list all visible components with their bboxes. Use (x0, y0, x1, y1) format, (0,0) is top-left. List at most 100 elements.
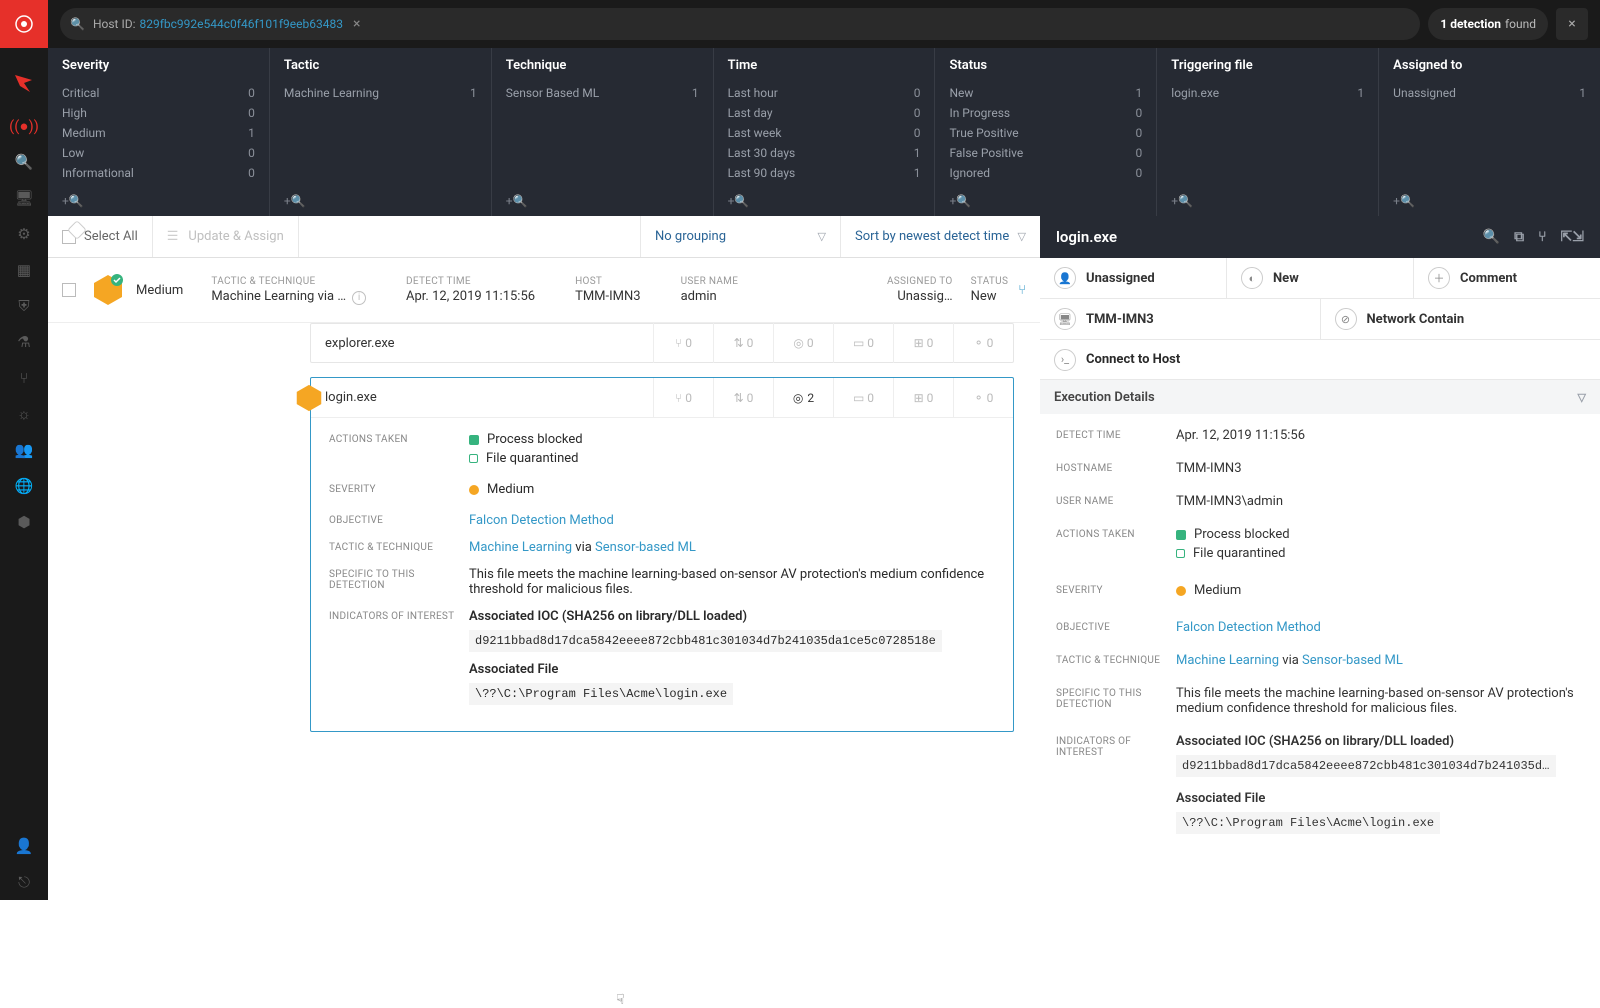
panel-copy-icon[interactable]: ⧉ (1514, 229, 1524, 245)
stat-net-icon: ⇅ 0 (713, 323, 773, 363)
add-filter-icon[interactable]: +🔍 (62, 194, 84, 208)
tree-icon[interactable]: ⑂ (1018, 283, 1026, 298)
process-detail-login: login.exe ⑂ 0 ⇅ 0 ◎ 2 ▭ 0 ⊞ 0 ⚬ 0 ACTION… (310, 377, 1014, 732)
nav-grid-icon[interactable]: ▦ (0, 252, 48, 288)
severity-label: Medium (136, 283, 183, 298)
nav-activity-icon[interactable]: ((●)) (0, 108, 48, 144)
close-button[interactable]: × (1556, 8, 1588, 40)
left-sidebar: ((●)) 🔍 🖥 ⚙ ▦ ⛨ ⚗ ⑂ ☼ 👥 🌐 ⬢ 👤 ⎋ (0, 0, 48, 900)
severity-dot-icon (1176, 586, 1186, 596)
user-icon: 👤 (1054, 267, 1076, 289)
nav-users-icon[interactable]: 👥 (0, 432, 48, 468)
chevron-down-icon: ▽ (1578, 391, 1586, 404)
host-cell[interactable]: 🖥TMM-IMN3 (1040, 299, 1321, 339)
ioc-hash: d9211bbad8d17dca5842eeee872cbb481c301034… (469, 630, 942, 652)
technique-link[interactable]: Sensor-based ML (595, 540, 696, 555)
nav-exit-icon[interactable]: ⎋ (0, 864, 48, 900)
panel-expand-icon[interactable]: ⇱⇲ (1561, 229, 1584, 245)
tactic-link[interactable]: Machine Learning (469, 540, 572, 555)
info-icon[interactable]: i (352, 291, 366, 305)
plus-icon: ＋ (1428, 267, 1450, 289)
sort-dropdown[interactable]: Sort by newest detect time▽ (840, 216, 1040, 257)
network-contain-button[interactable]: ⊘Network Contain (1321, 299, 1600, 339)
host-id-label: Host ID: (93, 17, 136, 31)
add-filter-icon[interactable]: +🔍 (728, 194, 750, 208)
nav-filter-icon[interactable]: ⚙ (0, 216, 48, 252)
monitor-icon: 🖥 (1054, 308, 1076, 330)
nav-flask-icon[interactable]: ⚗ (0, 324, 48, 360)
associated-file-path: \??\C:\Program Files\Acme\login.exe (1176, 812, 1440, 834)
severity-hex-icon (92, 274, 124, 306)
contain-icon: ⊘ (1335, 308, 1357, 330)
select-all-segment[interactable]: Select All (48, 216, 153, 257)
nav-sun-icon[interactable]: ☼ (0, 396, 48, 432)
add-filter-icon[interactable]: +🔍 (949, 194, 971, 208)
falcon-icon[interactable] (0, 60, 48, 108)
status-icon: ◐ (1241, 267, 1263, 289)
add-filter-icon[interactable]: +🔍 (1171, 194, 1193, 208)
shield-icon (469, 435, 479, 445)
grouping-dropdown[interactable]: No grouping▽ (640, 216, 840, 257)
nav-search-icon[interactable]: 🔍 (0, 144, 48, 180)
filter-status: Status New1 In Progress0 True Positive0 … (935, 48, 1157, 216)
filter-bar: Severity Critical0 High0 Medium1 Low0 In… (48, 48, 1600, 216)
brand-logo[interactable] (0, 0, 48, 48)
panel-search-icon[interactable]: 🔍 (1483, 229, 1500, 245)
chevron-down-icon: ▽ (818, 230, 826, 243)
nav-shield-icon[interactable]: ⛨ (0, 288, 48, 324)
main-content: Select All ☰Update & Assign No grouping▽… (48, 216, 1040, 900)
stat-dns-icon: ⚬ 0 (953, 323, 1013, 363)
nav-host-icon[interactable]: 🖥 (0, 180, 48, 216)
filter-technique: Technique Sensor Based ML1 +🔍 (492, 48, 714, 216)
shield-outline-icon (1176, 549, 1185, 558)
add-filter-icon[interactable]: +🔍 (506, 194, 528, 208)
ioc-hash: d9211bbad8d17dca5842eeee872cbb481c301034… (1176, 755, 1556, 777)
list-toolbar: Select All ☰Update & Assign No grouping▽… (48, 216, 1040, 258)
nav-globe-icon[interactable]: 🌐 (0, 468, 48, 504)
side-panel: login.exe 🔍 ⧉ ⑂ ⇱⇲ 👤Unassigned ◐New ＋Com… (1040, 216, 1600, 900)
search-icon: 🔍 (70, 17, 85, 31)
comment-button[interactable]: ＋Comment (1414, 258, 1600, 298)
stat-scan-icon: ◎ 0 (773, 323, 833, 363)
add-filter-icon[interactable]: +🔍 (1393, 194, 1415, 208)
row-checkbox[interactable] (62, 283, 76, 297)
update-assign-button[interactable]: ☰Update & Assign (153, 216, 299, 257)
technique-link[interactable]: Sensor-based ML (1302, 653, 1403, 668)
shield-icon (1176, 530, 1186, 540)
tactic-link[interactable]: Machine Learning (1176, 653, 1279, 668)
shield-outline-icon (469, 454, 478, 463)
search-bar[interactable]: 🔍 Host ID: 829fbc992e544c0f46f101f9eeb63… (60, 8, 1420, 40)
clear-filter-icon[interactable]: × (353, 16, 360, 32)
process-tree: explorer.exe ⑂ 0 ⇅ 0 ◎ 0 ▭ 0 ⊞ 0 ⚬ 0 log… (48, 323, 1040, 752)
detection-row[interactable]: Medium TACTIC & TECHNIQUEMachine Learnin… (48, 258, 1040, 323)
nav-tree-icon[interactable]: ⑂ (0, 360, 48, 396)
process-explorer[interactable]: explorer.exe ⑂ 0 ⇅ 0 ◎ 0 ▭ 0 ⊞ 0 ⚬ 0 (310, 323, 1014, 363)
status-button[interactable]: ◐New (1227, 258, 1414, 298)
filter-severity: Severity Critical0 High0 Medium1 Low0 In… (48, 48, 270, 216)
add-filter-icon[interactable]: +🔍 (284, 194, 306, 208)
stat-reg-icon: ⊞ 0 (893, 323, 953, 363)
top-bar: 🔍 Host ID: 829fbc992e544c0f46f101f9eeb63… (48, 0, 1600, 48)
panel-tree-icon[interactable]: ⑂ (1538, 229, 1546, 245)
chevron-down-icon: ▽ (1018, 230, 1026, 243)
host-id-value: 829fbc992e544c0f46f101f9eeb63483 (140, 17, 343, 31)
assigned-button[interactable]: 👤Unassigned (1040, 258, 1227, 298)
nav-user-icon[interactable]: 👤 (0, 828, 48, 864)
severity-dot-icon (469, 485, 479, 495)
filter-triggering-file: Triggering file login.exe1 +🔍 (1157, 48, 1379, 216)
severity-hex-icon (295, 384, 323, 412)
associated-file-path: \??\C:\Program Files\Acme\login.exe (469, 683, 733, 705)
nav-module-icon[interactable]: ⬢ (0, 504, 48, 540)
filter-assigned-to: Assigned to Unassigned1 +🔍 (1379, 48, 1600, 216)
panel-header: login.exe 🔍 ⧉ ⑂ ⇱⇲ (1040, 216, 1600, 258)
stat-fork-icon: ⑂ 0 (653, 323, 713, 363)
objective-link[interactable]: Falcon Detection Method (469, 513, 614, 528)
objective-link[interactable]: Falcon Detection Method (1176, 620, 1321, 635)
filter-time: Time Last hour0 Last day0 Last week0 Las… (714, 48, 936, 216)
connect-to-host-button[interactable]: ›_Connect to Host (1040, 340, 1600, 380)
terminal-icon: ›_ (1054, 349, 1076, 371)
execution-details-header[interactable]: Execution Details▽ (1040, 380, 1600, 414)
stat-disk-icon: ▭ 0 (833, 323, 893, 363)
detection-count-badge: 1 detectionfound (1428, 8, 1548, 40)
cursor-icon: ☟ (616, 992, 625, 1008)
